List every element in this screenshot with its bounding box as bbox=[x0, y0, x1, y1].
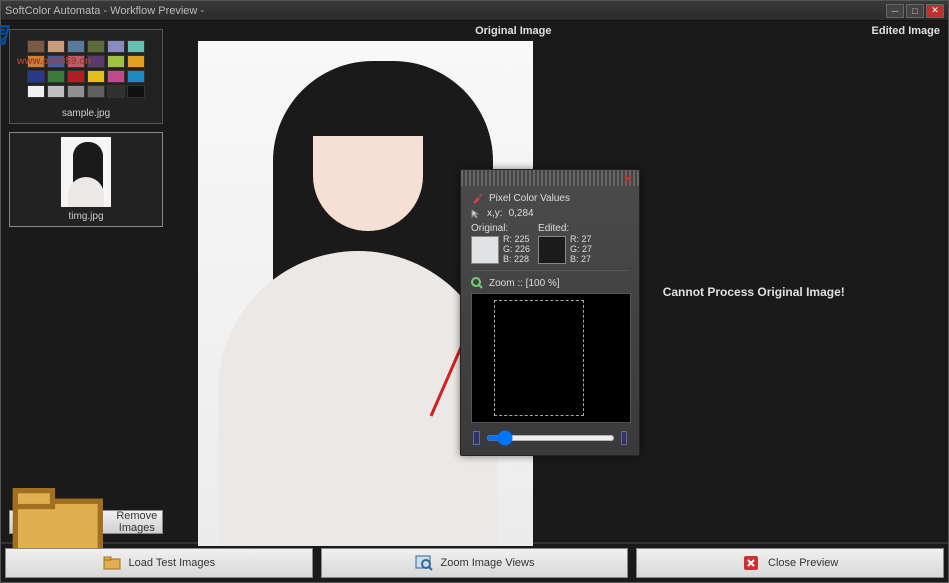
close-window-button[interactable]: ✕ bbox=[926, 4, 944, 18]
zoom-out-button[interactable] bbox=[473, 431, 480, 445]
edited-color-swatch bbox=[538, 236, 566, 264]
orig-col-label: Original: bbox=[471, 223, 530, 234]
original-label: Original Image bbox=[171, 21, 560, 41]
eyedropper-icon bbox=[471, 192, 483, 204]
pixel-color-panel[interactable]: ✕ Pixel Color Values x,y: 0,284 Origin bbox=[460, 169, 640, 456]
zoom-in-button[interactable] bbox=[621, 431, 628, 445]
panel-titlebar[interactable]: ✕ bbox=[461, 170, 639, 186]
original-color-swatch bbox=[471, 236, 499, 264]
maximize-button[interactable]: □ bbox=[906, 4, 924, 18]
remove-images-button[interactable]: Remove Images bbox=[9, 510, 163, 534]
window-title: SoftColor Automata - Workflow Preview - bbox=[5, 5, 886, 17]
panel-title: Pixel Color Values bbox=[489, 193, 570, 204]
close-icon bbox=[742, 555, 760, 571]
load-test-images-button[interactable]: Load Test Images bbox=[5, 548, 313, 578]
thumbnail-label: sample.jpg bbox=[62, 108, 110, 119]
magnifier-icon bbox=[471, 277, 483, 289]
cursor-icon bbox=[471, 209, 481, 219]
titlebar: SoftColor Automata - Workflow Preview - … bbox=[1, 1, 948, 21]
bottom-toolbar: Load Test Images Zoom Image Views Close … bbox=[1, 542, 948, 582]
thumbnail-label: timg.jpg bbox=[68, 211, 103, 222]
xy-label: x,y: bbox=[487, 208, 503, 219]
edit-col-label: Edited: bbox=[538, 223, 592, 234]
minimize-button[interactable]: ─ bbox=[886, 4, 904, 18]
timg-thumbnail-image bbox=[61, 137, 111, 207]
zoom-preview bbox=[471, 293, 631, 423]
zoom-label: Zoom :: [100 %] bbox=[489, 278, 560, 289]
zoom-slider[interactable] bbox=[486, 435, 615, 441]
thumbnail-sidebar: 河东软件园 www.pc0359.cn sample.jpg timg.jpg … bbox=[1, 21, 171, 542]
zoom-icon bbox=[415, 555, 433, 571]
xy-value: 0,284 bbox=[509, 208, 534, 219]
thumbnail-item[interactable]: timg.jpg bbox=[9, 132, 163, 227]
error-message: Cannot Process Original Image! bbox=[663, 285, 845, 299]
thumbnail-item[interactable]: sample.jpg bbox=[9, 29, 163, 124]
panel-close-icon[interactable]: ✕ bbox=[623, 172, 635, 184]
sample-thumbnail-image bbox=[21, 34, 151, 104]
zoom-image-views-button[interactable]: Zoom Image Views bbox=[321, 548, 629, 578]
folder-open-icon bbox=[103, 555, 121, 571]
close-preview-button[interactable]: Close Preview bbox=[636, 548, 944, 578]
edited-label: Edited Image bbox=[560, 21, 949, 41]
